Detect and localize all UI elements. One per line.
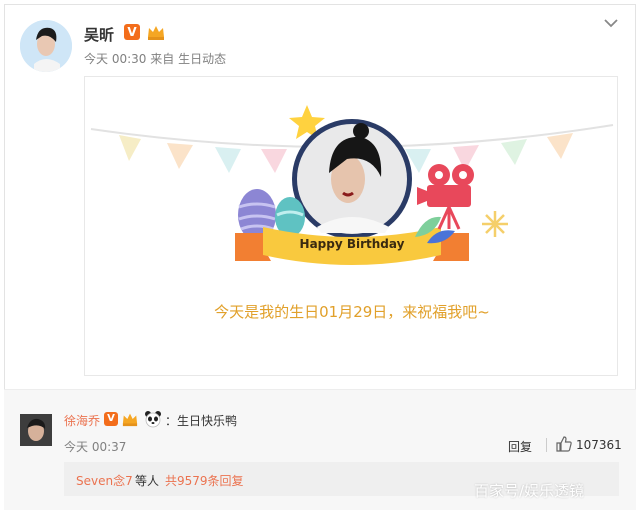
panda-emoji-icon bbox=[145, 411, 161, 428]
commenter-vip-crown-icon bbox=[122, 413, 138, 427]
birthday-card[interactable]: Happy Birthday 今天是我的生日01月29日，来祝福我吧~ bbox=[84, 76, 618, 376]
author-name[interactable]: 吴昕 bbox=[84, 24, 114, 45]
happy-birthday-banner: Happy Birthday bbox=[300, 237, 405, 251]
sub-reply-user[interactable]: Seven念7 bbox=[76, 472, 133, 489]
chevron-down-icon[interactable] bbox=[603, 17, 619, 29]
watermark: 百家号/娱乐透镜 bbox=[474, 482, 585, 500]
sub-reply-total[interactable]: 共9579条回复 bbox=[165, 472, 244, 489]
post-meta: 今天 00:30 来自 生日动态 bbox=[84, 50, 226, 67]
comment-text: ：生日快乐鸭 bbox=[165, 414, 238, 428]
commenter-name[interactable]: 徐海乔 bbox=[64, 412, 100, 429]
comment-time: 今天 00:37 bbox=[64, 440, 127, 454]
commenter-avatar[interactable] bbox=[20, 414, 52, 446]
birthday-illustration: Happy Birthday bbox=[90, 105, 614, 265]
post-source[interactable]: 生日动态 bbox=[178, 52, 226, 66]
verified-badge-icon: V bbox=[124, 24, 140, 40]
action-divider bbox=[546, 438, 547, 452]
post-source-prefix: 来自 bbox=[150, 52, 175, 66]
commenter-verified-icon: V bbox=[104, 412, 118, 426]
post-time[interactable]: 今天 00:30 bbox=[84, 52, 146, 66]
author-avatar[interactable] bbox=[20, 20, 72, 72]
thumbs-up-icon[interactable] bbox=[556, 436, 572, 452]
like-count: 107361 bbox=[576, 438, 622, 452]
vip-crown-icon bbox=[148, 26, 164, 40]
birthday-message: 今天是我的生日01月29日，来祝福我吧~ bbox=[214, 303, 490, 321]
reply-button[interactable]: 回复 bbox=[508, 438, 532, 455]
sub-reply-connector: 等人 bbox=[135, 474, 160, 488]
